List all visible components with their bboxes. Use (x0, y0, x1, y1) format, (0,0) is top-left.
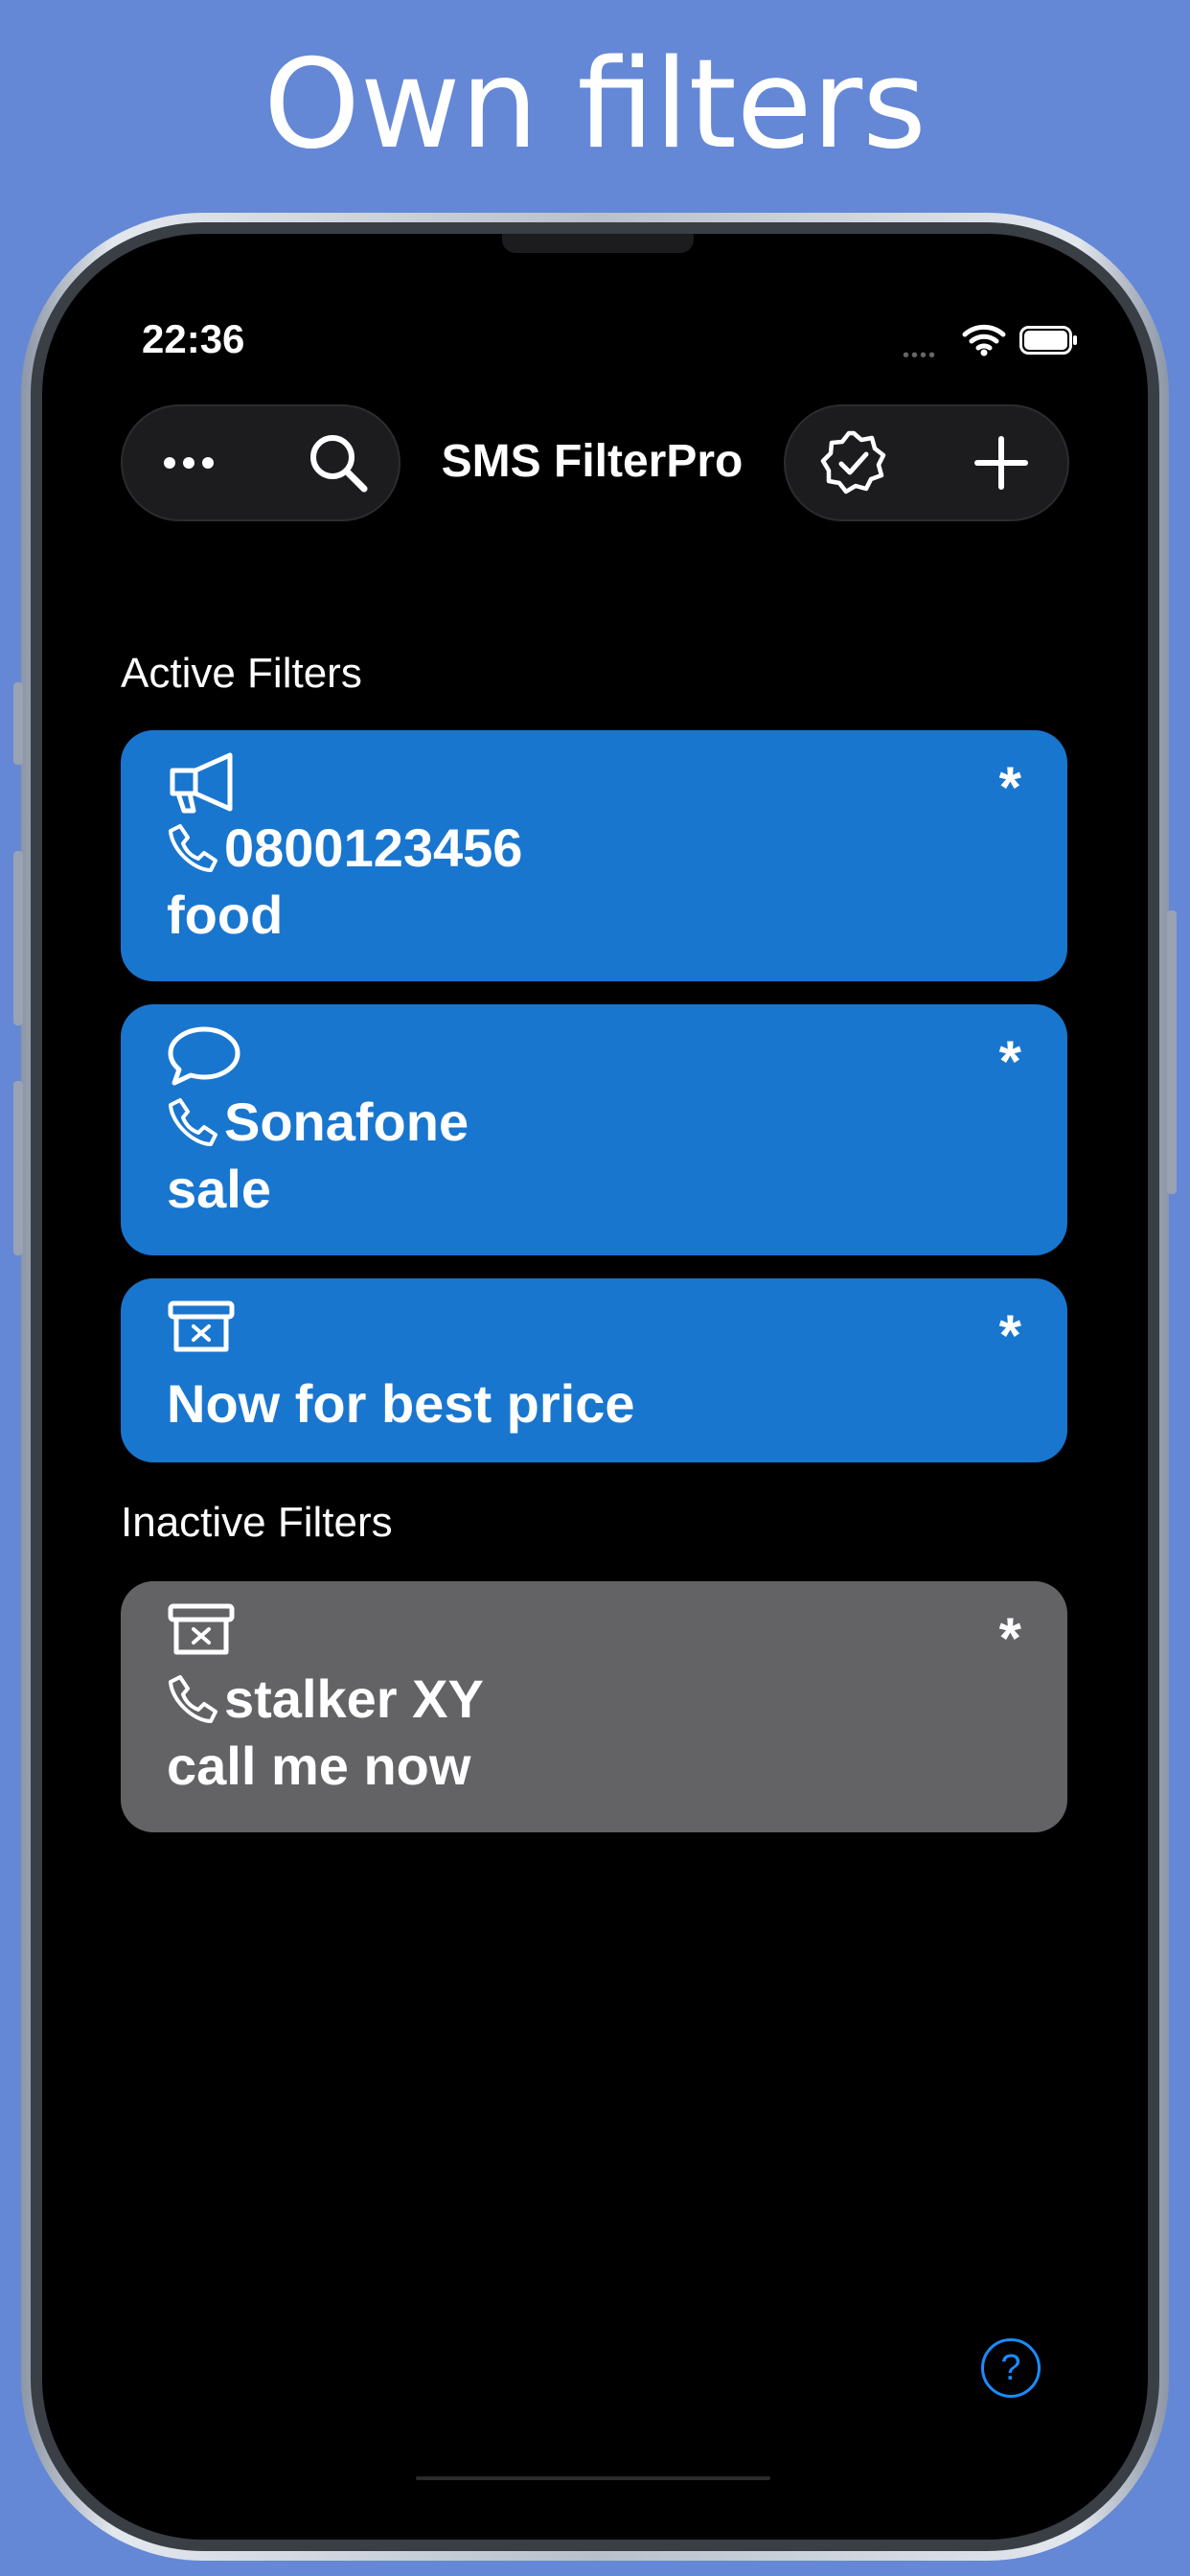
filter-card[interactable]: * Now for best price (121, 1278, 1067, 1462)
wildcard-star: * (998, 755, 1021, 819)
plus-icon[interactable] (949, 406, 1054, 519)
battery-icon (1019, 326, 1079, 359)
nav-title: SMS FilterPro (441, 436, 744, 487)
wildcard-star: * (998, 1606, 1021, 1670)
status-time: 22:36 (142, 316, 245, 361)
sender-line: 0800123456 (167, 816, 522, 879)
home-indicator[interactable] (416, 2476, 770, 2480)
sender-line: Sonafone (167, 1091, 469, 1153)
nav-pill-right (784, 404, 1069, 521)
trash-box-icon (167, 1300, 236, 1360)
phone-icon (167, 1096, 218, 1148)
sender-line: stalker XY (167, 1668, 484, 1730)
filter-card[interactable]: * Sonafone sale (121, 1004, 1067, 1255)
filter-text: call me now (167, 1736, 471, 1796)
checkmark-seal-icon[interactable] (801, 406, 906, 519)
headline: Own filters (263, 34, 927, 176)
active-filters-heading: Active Filters (121, 650, 362, 697)
inactive-filters-heading: Inactive Filters (121, 1499, 393, 1546)
filter-text: food (167, 885, 284, 945)
phone-icon (167, 1673, 218, 1725)
phone-icon (167, 822, 218, 874)
side-button (1167, 910, 1177, 1194)
side-button (13, 682, 23, 765)
filter-sender: Sonafone (224, 1092, 469, 1152)
wildcard-star: * (998, 1029, 1021, 1093)
side-button (13, 1081, 23, 1255)
phone-screen: 22:36 •••• SMS FilterPro Active Filters … (42, 234, 1148, 2540)
ellipsis-icon[interactable] (136, 406, 241, 519)
side-button (13, 851, 23, 1025)
help-button[interactable]: ? (981, 2338, 1041, 2398)
trash-box-icon (167, 1602, 236, 1663)
wifi-icon (962, 324, 1006, 361)
filter-sender: stalker XY (224, 1668, 484, 1729)
filter-card[interactable]: * stalker XY call me now (121, 1581, 1067, 1832)
filter-sender: 0800123456 (224, 817, 523, 878)
search-icon[interactable] (286, 406, 391, 519)
megaphone-icon (167, 751, 238, 819)
filter-text: sale (167, 1159, 271, 1219)
filter-text: Now for best price (167, 1373, 635, 1434)
nav-pill-left (121, 404, 400, 521)
wildcard-star: * (998, 1303, 1021, 1368)
speaker-grille (502, 234, 694, 253)
message-bubble-icon (167, 1025, 241, 1092)
filter-card[interactable]: * 0800123456 food (121, 730, 1067, 981)
signal-indicator: •••• (902, 345, 937, 366)
